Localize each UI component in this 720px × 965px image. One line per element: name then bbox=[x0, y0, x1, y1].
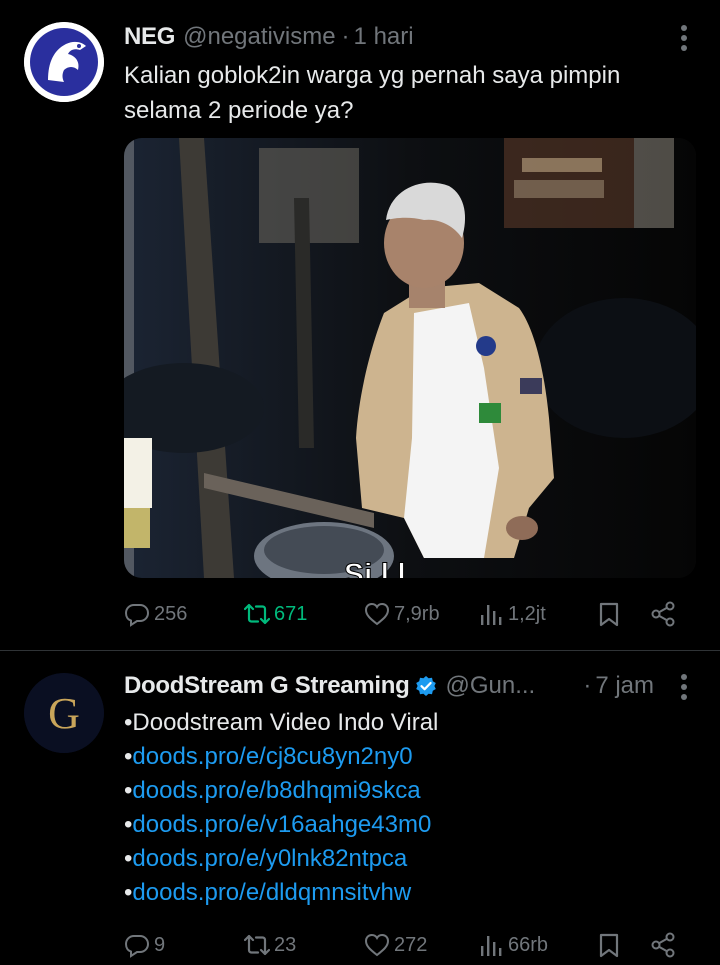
more-vertical-icon[interactable] bbox=[680, 673, 688, 701]
svg-text:Si l l: Si l l bbox=[344, 558, 406, 578]
reply-icon bbox=[124, 935, 150, 958]
retweet-button[interactable]: 23 bbox=[244, 925, 296, 965]
retweet-icon bbox=[244, 603, 270, 625]
separator-dot: · bbox=[583, 672, 592, 699]
display-name[interactable]: DoodStream G Streaming bbox=[124, 672, 410, 700]
link-line: •doods.pro/e/cj8cu8yn2ny0 bbox=[124, 740, 684, 774]
link-line: •doods.pro/e/dldqmnsitvhw bbox=[124, 876, 684, 910]
views-count: 1,2jt bbox=[508, 602, 546, 625]
share-icon bbox=[651, 601, 675, 627]
like-count: 7,9rb bbox=[394, 602, 440, 625]
username[interactable]: @Gun... bbox=[445, 672, 535, 700]
tweet-actions: 9 23 272 66rb bbox=[124, 925, 684, 965]
tweet-header: NEG @negativisme · 1 hari bbox=[124, 20, 414, 54]
tweet-actions: 256 671 7,9rb 1,2jt bbox=[124, 594, 684, 634]
like-count: 272 bbox=[394, 933, 428, 956]
tweet[interactable]: G DoodStream G Streaming @Gun... · 7 jam… bbox=[0, 651, 720, 958]
reply-icon bbox=[124, 604, 150, 627]
share-icon bbox=[651, 932, 675, 958]
bookmark-icon bbox=[599, 933, 619, 958]
tweet-link[interactable]: doods.pro/e/dldqmnsitvhw bbox=[132, 879, 411, 906]
link-line: •doods.pro/e/v16aahge43m0 bbox=[124, 808, 684, 842]
retweet-icon bbox=[244, 934, 270, 956]
bookmark-button[interactable] bbox=[596, 925, 626, 965]
bookmark-button[interactable] bbox=[596, 594, 626, 634]
reply-button[interactable]: 256 bbox=[124, 594, 187, 634]
heart-icon bbox=[364, 933, 390, 957]
views-icon bbox=[481, 936, 502, 956]
views-button[interactable]: 66rb bbox=[478, 925, 548, 965]
share-button[interactable] bbox=[650, 925, 680, 965]
tweet-text: Kalian goblok2in warga yg pernah saya pi… bbox=[124, 58, 684, 128]
retweet-count: 671 bbox=[274, 602, 308, 625]
reply-button[interactable]: 9 bbox=[124, 925, 165, 965]
reply-count: 256 bbox=[154, 602, 188, 625]
video-thumbnail: Si l l bbox=[124, 138, 696, 578]
tweet-link[interactable]: doods.pro/e/cj8cu8yn2ny0 bbox=[132, 743, 412, 770]
tweet-text: •Doodstream Video Indo Viral •doods.pro/… bbox=[124, 706, 684, 910]
tweet-header: DoodStream G Streaming @Gun... · 7 jam bbox=[124, 669, 654, 703]
heart-icon bbox=[364, 602, 390, 626]
retweet-count: 23 bbox=[274, 933, 297, 956]
like-button[interactable]: 272 bbox=[364, 925, 427, 965]
tweet[interactable]: NEG @negativisme · 1 hari Kalian goblok2… bbox=[0, 0, 720, 650]
share-button[interactable] bbox=[650, 594, 680, 634]
avatar[interactable]: G bbox=[24, 673, 104, 753]
avatar[interactable] bbox=[24, 22, 104, 102]
avatar-letter: G bbox=[48, 689, 80, 738]
timestamp[interactable]: 1 hari bbox=[354, 23, 414, 51]
tweet-video[interactable]: Si l l bbox=[124, 138, 696, 578]
username[interactable]: @negativisme bbox=[183, 23, 335, 51]
separator-dot: · bbox=[341, 23, 350, 50]
reply-count: 9 bbox=[154, 933, 166, 956]
link-line: •doods.pro/e/y0lnk82ntpca bbox=[124, 842, 684, 876]
verified-badge-icon bbox=[416, 676, 437, 696]
tweet-text-line: selama 2 periode ya? bbox=[124, 97, 354, 124]
tweet-link[interactable]: doods.pro/e/y0lnk82ntpca bbox=[132, 845, 407, 872]
tweet-link[interactable]: doods.pro/e/v16aahge43m0 bbox=[132, 811, 431, 838]
tweet-text-line: Kalian goblok2in warga yg pernah saya pi… bbox=[124, 62, 621, 89]
profile-image: G bbox=[24, 673, 104, 753]
timestamp[interactable]: 7 jam bbox=[595, 672, 654, 700]
display-name[interactable]: NEG bbox=[124, 23, 175, 51]
like-button[interactable]: 7,9rb bbox=[364, 594, 440, 634]
views-icon bbox=[481, 605, 502, 625]
more-vertical-icon[interactable] bbox=[680, 24, 688, 52]
views-count: 66rb bbox=[508, 933, 549, 956]
bookmark-icon bbox=[599, 602, 619, 627]
tweet-link[interactable]: doods.pro/e/b8dhqmi9skca bbox=[132, 777, 420, 804]
tweet-text-line: •Doodstream Video Indo Viral bbox=[124, 709, 439, 736]
retweet-button[interactable]: 671 bbox=[244, 594, 307, 634]
views-button[interactable]: 1,2jt bbox=[478, 594, 546, 634]
link-line: •doods.pro/e/b8dhqmi9skca bbox=[124, 774, 684, 808]
profile-image bbox=[24, 22, 104, 102]
